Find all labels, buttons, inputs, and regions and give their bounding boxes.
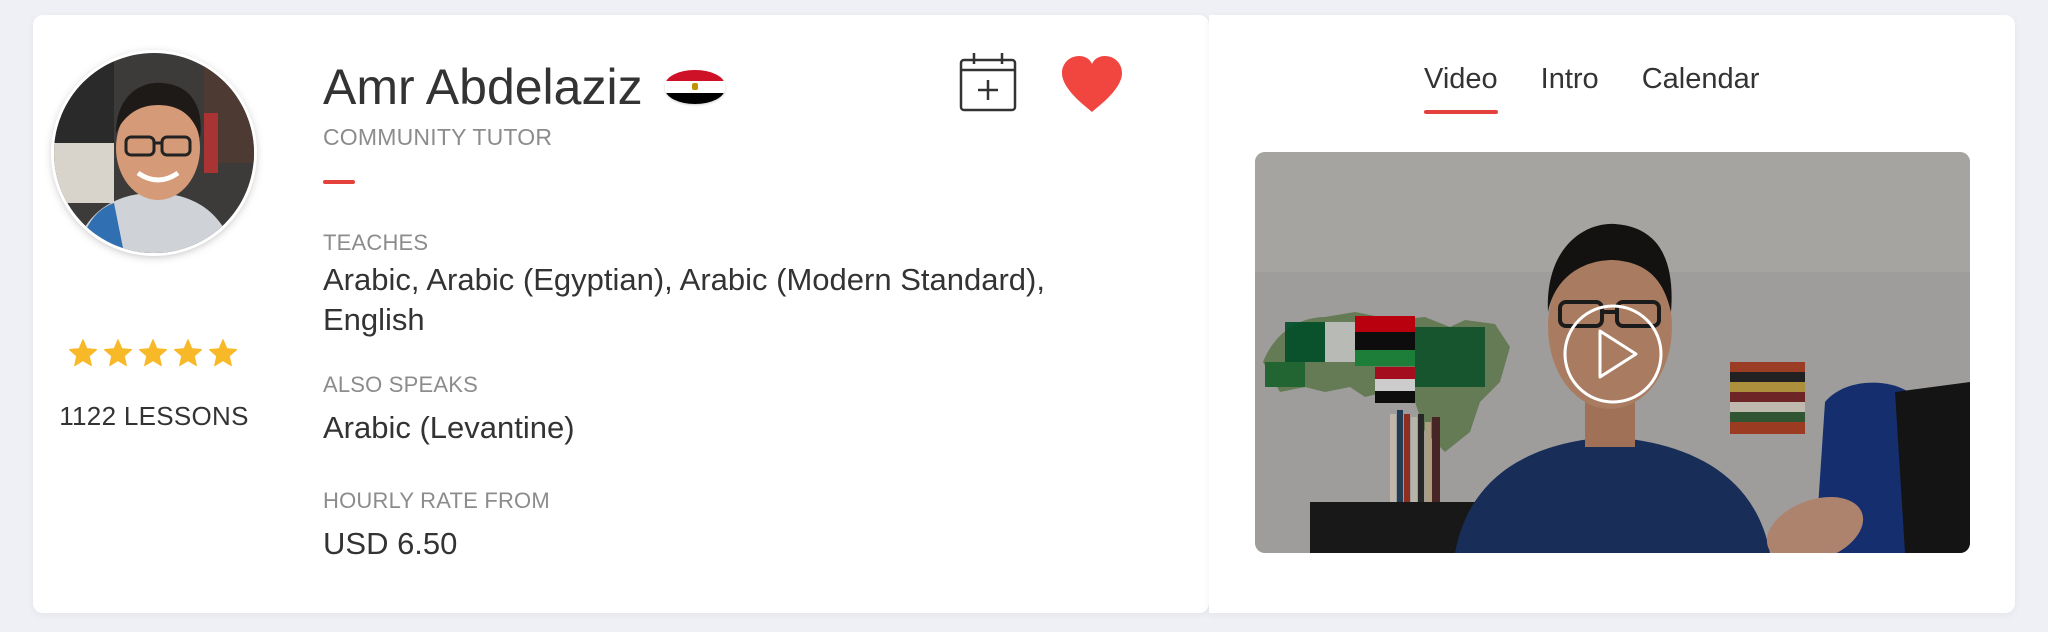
star-icon [174,339,202,367]
hourly-rate-label: HOURLY RATE FROM [323,488,550,513]
calendar-add-icon [959,53,1017,112]
star-icon [69,339,97,367]
favorite-button[interactable] [1060,54,1124,114]
intro-video-player[interactable] [1255,152,1970,553]
also-speaks-value: Arabic (Levantine) [323,410,575,445]
rating-stars [68,338,238,368]
star-icon [209,339,237,367]
teaches-value-line-2: English [323,302,425,337]
media-tabs: Video Intro Calendar [1424,63,1759,114]
tutor-role: COMMUNITY TUTOR [323,124,553,150]
star-icon [104,339,132,367]
tab-calendar[interactable]: Calendar [1642,63,1760,114]
tab-video[interactable]: Video [1424,63,1498,114]
lessons-count: 1122 LESSONS [59,401,249,431]
tab-intro[interactable]: Intro [1541,63,1599,114]
tutor-name[interactable]: Amr Abdelaziz [323,62,643,112]
play-icon[interactable] [1562,303,1664,405]
star-icon [139,339,167,367]
teaches-value-line-1: Arabic, Arabic (Egyptian), Arabic (Moder… [323,262,1045,297]
book-lesson-button[interactable] [958,50,1018,114]
egypt-flag-icon [664,70,725,104]
also-speaks-label: ALSO SPEAKS [323,372,479,397]
tutor-name-row: Amr Abdelaziz [323,62,725,112]
tutor-avatar[interactable] [54,53,254,253]
hourly-rate-value: USD 6.50 [323,526,458,561]
teaches-label: TEACHES [323,230,429,255]
heart-icon [1062,56,1122,112]
divider-accent [323,180,355,184]
